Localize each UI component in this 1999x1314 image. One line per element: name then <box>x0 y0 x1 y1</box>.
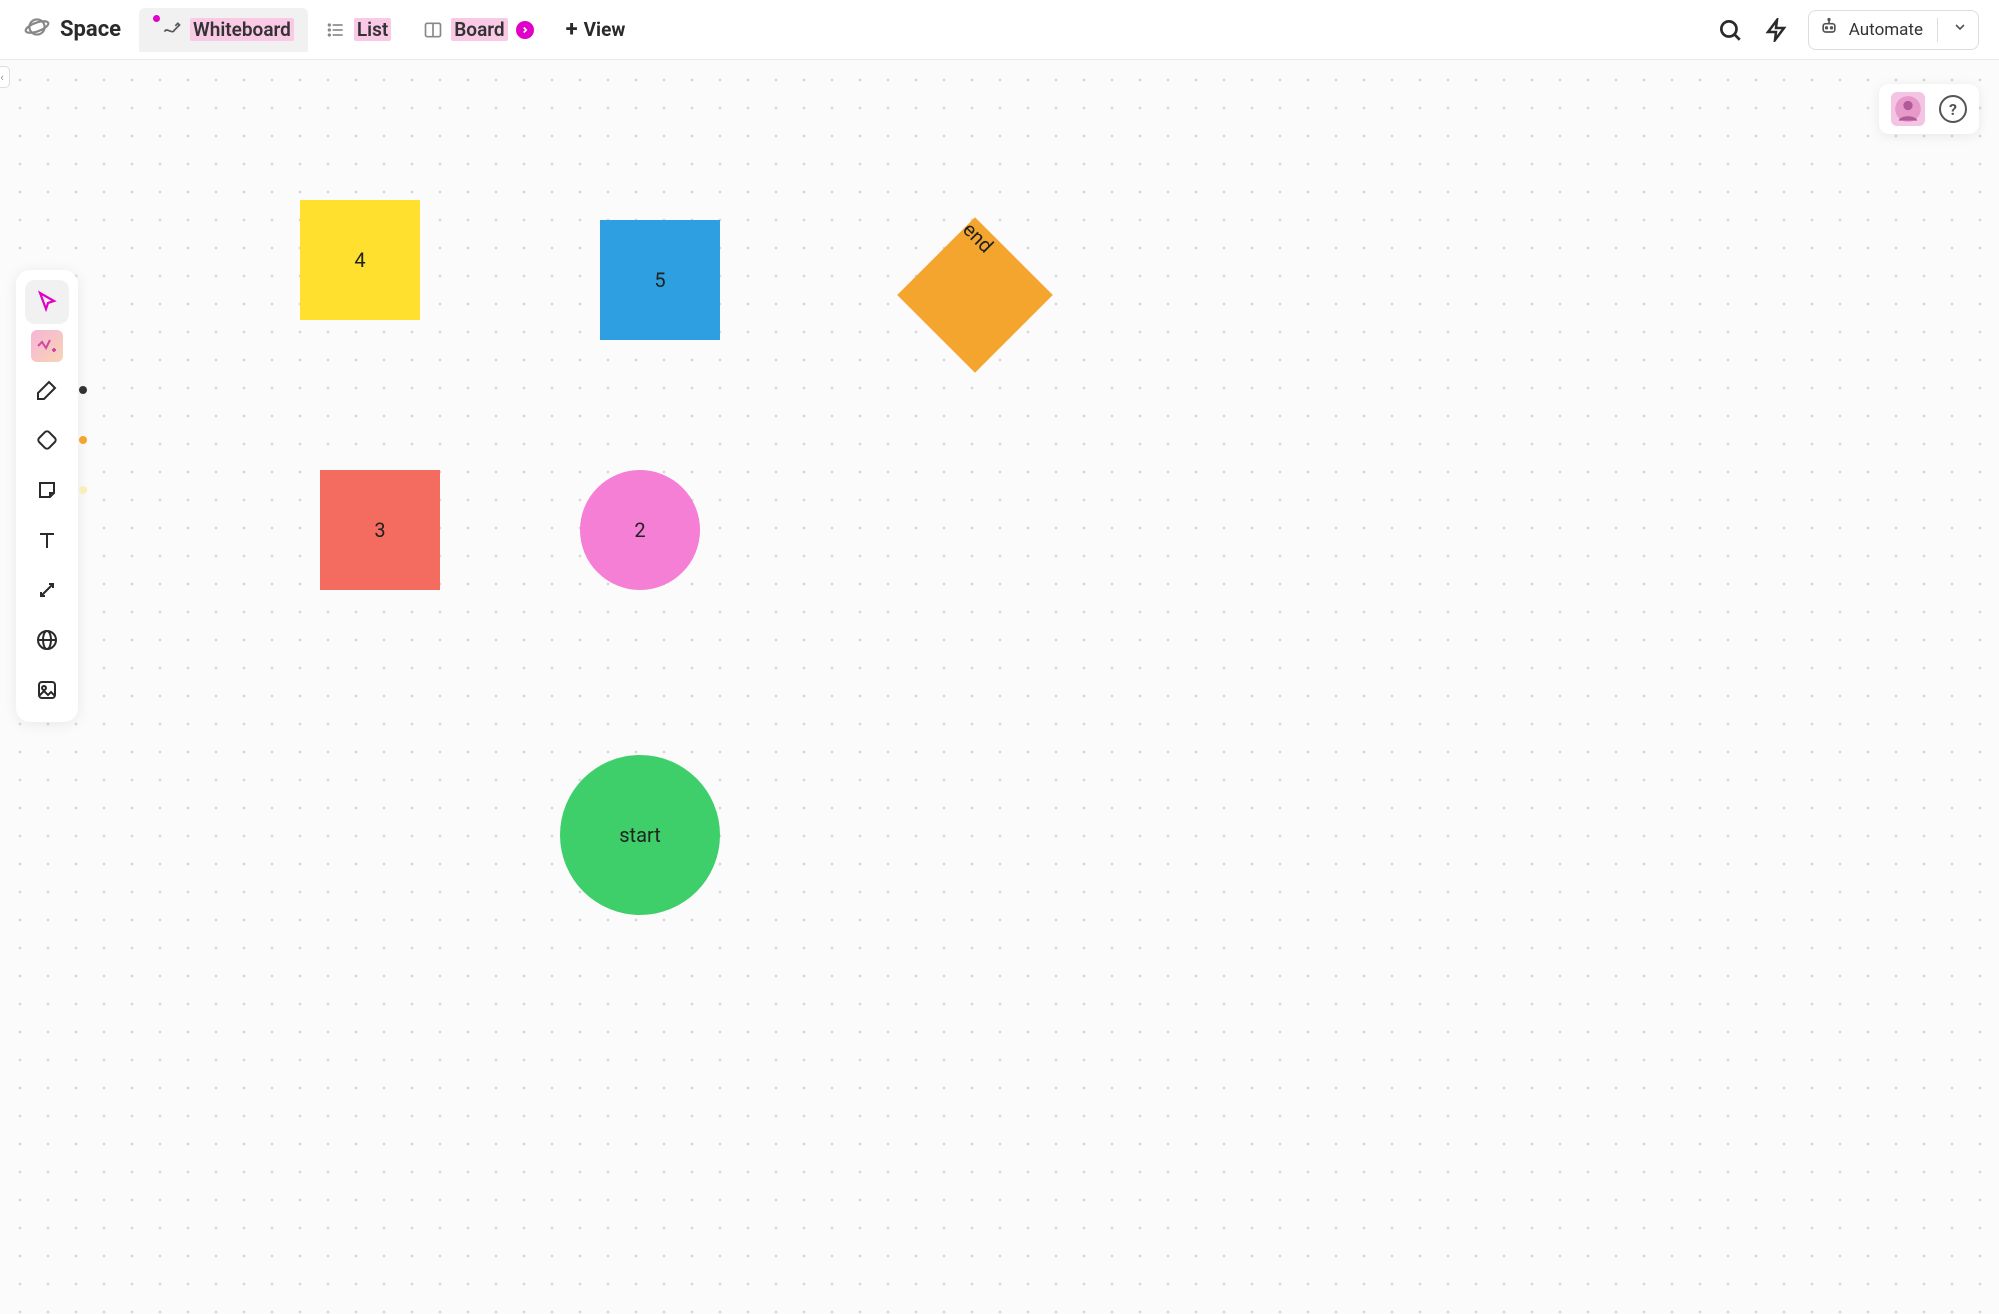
automate-button[interactable]: Automate <box>1808 10 1979 50</box>
planet-icon <box>24 14 50 46</box>
space-title: Space <box>20 14 135 46</box>
tool-sticky[interactable] <box>25 468 69 512</box>
node-start[interactable]: start <box>560 755 720 915</box>
search-button[interactable] <box>1716 16 1744 44</box>
node-5-label: 5 <box>654 268 665 292</box>
pin-icon <box>153 15 160 22</box>
tab-whiteboard-label: Whiteboard <box>190 18 294 41</box>
add-view-label: View <box>584 18 626 41</box>
automate-label: Automate <box>1849 20 1923 40</box>
plus-icon: + <box>566 17 578 42</box>
tool-connector[interactable] <box>25 568 69 612</box>
tool-image[interactable] <box>25 668 69 712</box>
board-icon <box>423 20 443 40</box>
help-label: ? <box>1949 100 1957 119</box>
robot-icon <box>1819 17 1839 42</box>
tool-web[interactable] <box>25 618 69 662</box>
topbar-right: Automate <box>1716 10 1979 50</box>
tool-select[interactable] <box>25 280 69 324</box>
chevron-down-icon <box>1952 19 1968 40</box>
node-4[interactable]: 4 <box>300 200 420 320</box>
help-button[interactable]: ? <box>1939 95 1967 123</box>
node-3[interactable]: 3 <box>320 470 440 590</box>
tab-list[interactable]: List <box>312 8 405 52</box>
topbar: Space Whiteboard List Board + View <box>0 0 1999 60</box>
whiteboard-icon <box>162 20 182 40</box>
node-3-label: 3 <box>374 518 385 542</box>
canvas[interactable]: ‹ ? <box>0 60 1999 1314</box>
tab-whiteboard[interactable]: Whiteboard <box>139 8 308 52</box>
board-badge-icon <box>516 21 534 39</box>
pen-color-dot <box>79 386 87 394</box>
add-view-button[interactable]: + View <box>552 17 640 42</box>
sticky-color-dot <box>79 486 87 494</box>
shape-color-dot <box>79 436 87 444</box>
node-5[interactable]: 5 <box>600 220 720 340</box>
tool-ai-generate[interactable] <box>31 330 63 362</box>
node-4-label: 4 <box>354 248 365 272</box>
tool-shape[interactable] <box>25 418 69 462</box>
node-start-label: start <box>619 823 661 847</box>
bolt-button[interactable] <box>1762 16 1790 44</box>
toolbox <box>16 270 78 722</box>
space-title-text: Space <box>60 17 121 42</box>
tab-board-label: Board <box>451 18 507 41</box>
tool-pen[interactable] <box>25 368 69 412</box>
tab-list-label: List <box>354 18 391 41</box>
list-icon <box>326 20 346 40</box>
tab-board[interactable]: Board <box>409 8 547 52</box>
presence-panel: ? <box>1879 84 1979 134</box>
tool-text[interactable] <box>25 518 69 562</box>
sidebar-expand-handle[interactable]: ‹ <box>0 66 10 88</box>
node-end[interactable]: end <box>920 240 1030 350</box>
user-avatar[interactable] <box>1891 92 1925 126</box>
node-2[interactable]: 2 <box>580 470 700 590</box>
node-2-label: 2 <box>634 518 645 542</box>
